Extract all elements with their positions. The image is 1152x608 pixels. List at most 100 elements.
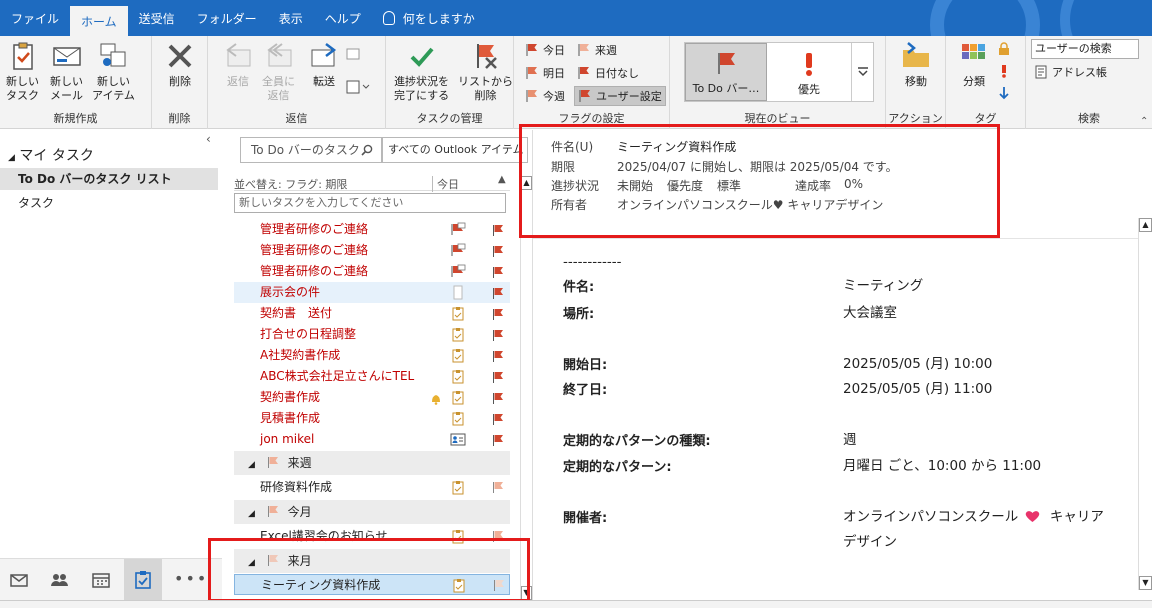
group-header-this-month[interactable]: ◢ 今月	[234, 500, 510, 524]
flag-icon[interactable]	[492, 265, 504, 278]
new-task-label: 新しい タスク	[6, 75, 39, 102]
address-book-button[interactable]: アドレス帳	[1031, 62, 1110, 82]
tell-me-label: 何をしますか	[402, 11, 475, 26]
mail-icon[interactable]	[8, 569, 30, 591]
sort-asc-icon[interactable]: ▲	[498, 174, 506, 185]
tab-view[interactable]: 表示	[268, 0, 314, 36]
meeting-reply-icon[interactable]	[346, 48, 362, 62]
flag-remove-icon	[476, 44, 497, 69]
reply-button[interactable]: 返信	[222, 40, 254, 89]
tasks-nav-selected[interactable]	[124, 559, 162, 601]
folder-pane-collapse-icon[interactable]: ‹	[206, 132, 211, 146]
flag-icon[interactable]	[492, 481, 504, 494]
gallery-expand-button[interactable]	[851, 43, 873, 101]
task-row[interactable]: 見積書作成	[234, 408, 510, 429]
task-icon	[450, 306, 466, 321]
flag-icon[interactable]	[492, 286, 504, 299]
decorative-circle-icon	[930, 0, 1040, 36]
lock-icon[interactable]	[998, 42, 1010, 56]
tasks-icon	[135, 571, 151, 589]
sort-header[interactable]: 並べ替え: フラグ: 期限 今日 ▲	[234, 174, 510, 192]
search-icon[interactable]	[361, 144, 373, 156]
folder-item-tasks[interactable]: タスク	[0, 192, 218, 214]
more-respond-icon[interactable]	[346, 80, 372, 94]
group-header-next-week[interactable]: ◢ 来週	[234, 451, 510, 475]
task-row[interactable]: 管理者研修のご連絡	[234, 219, 510, 240]
flag-icon[interactable]	[492, 223, 504, 236]
task-row[interactable]: 研修資料作成	[234, 477, 510, 498]
flag-tomorrow-button[interactable]: 明日	[522, 63, 568, 83]
ribbon-collapse-icon[interactable]: ⌃	[1140, 116, 1148, 127]
folder-item-todo-list[interactable]: To Do バーのタスク リスト	[0, 168, 218, 190]
flag-icon[interactable]	[492, 244, 504, 257]
task-search-input[interactable]: To Do バーのタスク	[240, 137, 382, 163]
people-icon[interactable]	[48, 569, 70, 591]
forward-label: 転送	[313, 75, 335, 88]
task-title: 展示会の件	[260, 285, 321, 299]
scroll-down-icon[interactable]: ▼	[1139, 576, 1152, 590]
new-item-label: 新しい アイテム	[92, 75, 135, 102]
task-row[interactable]: 管理者研修のご連絡	[234, 240, 510, 261]
tab-file[interactable]: ファイル	[0, 0, 70, 36]
task-row[interactable]: jon mikel	[234, 429, 510, 450]
high-importance-icon[interactable]	[999, 64, 1009, 78]
search-people-input[interactable]: ユーザーの検索	[1031, 39, 1139, 59]
view-todo-button[interactable]: To Do バー…	[685, 43, 767, 101]
flag-no-date-button[interactable]: 日付なし	[574, 63, 642, 83]
move-button[interactable]: 移動	[900, 40, 932, 89]
group-label-delete: 削除	[168, 112, 191, 125]
task-row[interactable]: 展示会の件	[234, 282, 510, 303]
task-row[interactable]: ABC株式会社足立さんにTEL	[234, 366, 510, 387]
low-importance-icon[interactable]	[999, 86, 1009, 100]
flag-icon[interactable]	[492, 433, 504, 446]
mark-complete-button[interactable]: 進捗状況を 完了にする	[394, 40, 449, 103]
scroll-up-icon[interactable]: ▲	[1139, 218, 1152, 232]
flag-icon[interactable]	[492, 370, 504, 383]
task-row[interactable]: 管理者研修のご連絡	[234, 261, 510, 282]
new-task-button[interactable]: 新しい タスク	[6, 40, 39, 103]
task-row[interactable]: A社契約書作成	[234, 345, 510, 366]
more-apps-icon[interactable]: •••	[174, 569, 208, 588]
reply-all-button[interactable]: 全員に 返信	[262, 40, 295, 103]
body-pattern-type-value: 週	[843, 432, 857, 448]
view-priority-button[interactable]: 優先	[769, 43, 849, 101]
task-row[interactable]: 契約書作成	[234, 387, 510, 408]
flag-recurring-icon	[450, 243, 466, 258]
flag-custom-button[interactable]: ユーザー設定	[574, 86, 666, 106]
flag-icon[interactable]	[492, 412, 504, 425]
forward-button[interactable]: 転送	[308, 40, 340, 89]
envelope-icon	[52, 47, 81, 66]
flag-today-label: 今日	[543, 44, 565, 57]
tab-help[interactable]: ヘルプ	[314, 0, 372, 36]
new-item-button[interactable]: 新しい アイテム	[92, 40, 135, 103]
search-scope-dropdown[interactable]: すべての Outlook アイテム	[382, 137, 528, 163]
remove-from-list-button[interactable]: リストから 削除	[458, 40, 513, 103]
task-row[interactable]: 契約書 送付	[234, 303, 510, 324]
task-title: 契約書 送付	[260, 306, 333, 320]
ribbon-group-flag: 今日 明日 今週 来週 日付なし ユーザー設定 フラグの設定	[514, 36, 670, 129]
delete-button[interactable]: 削除	[164, 40, 196, 89]
flag-icon[interactable]	[492, 349, 504, 362]
task-list-scrollbar[interactable]: ▲ ▼	[520, 176, 532, 600]
tab-folder[interactable]: フォルダー	[186, 0, 268, 36]
flag-icon[interactable]	[492, 391, 504, 404]
flag-icon[interactable]	[492, 307, 504, 320]
flag-next-week-button[interactable]: 来週	[574, 40, 620, 60]
task-search-placeholder: To Do バーのタスク	[251, 143, 360, 157]
flag-this-week-button[interactable]: 今週	[522, 86, 568, 106]
task-icon	[452, 481, 464, 495]
checkmark-icon	[410, 47, 434, 67]
tab-send-receive[interactable]: 送受信	[128, 0, 186, 36]
categorize-button[interactable]: 分類	[958, 40, 990, 89]
calendar-icon[interactable]	[90, 569, 112, 591]
new-task-input[interactable]: 新しいタスクを入力してください	[234, 193, 506, 213]
reading-pane-scrollbar[interactable]: ▲ ▼	[1138, 218, 1152, 590]
tab-home[interactable]: ホーム	[70, 6, 128, 36]
flag-today-button[interactable]: 今日	[522, 40, 568, 60]
task-title: 管理者研修のご連絡	[260, 264, 369, 278]
task-row[interactable]: 打合せの日程調整	[234, 324, 510, 345]
flag-icon[interactable]	[492, 328, 504, 341]
my-tasks-header[interactable]: ◢ マイ タスク	[8, 145, 94, 165]
tell-me-search[interactable]: 何をしますか	[372, 0, 486, 36]
new-mail-button[interactable]: 新しい メール	[50, 40, 83, 103]
